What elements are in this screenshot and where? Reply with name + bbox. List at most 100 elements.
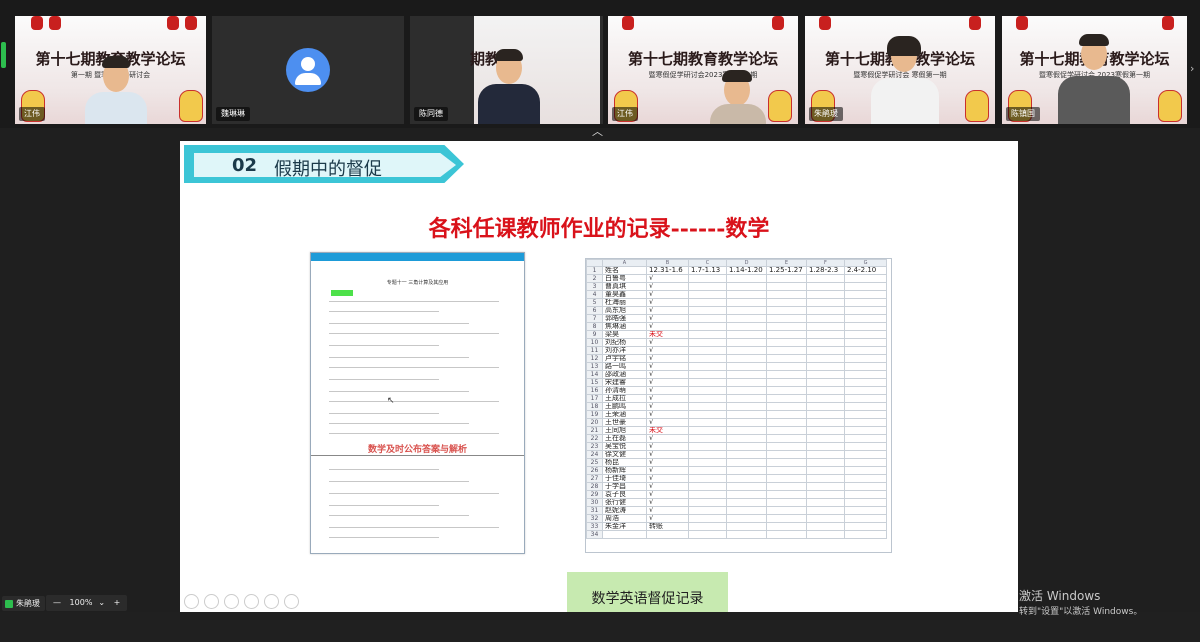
empty-cell: [806, 466, 845, 475]
section-title: 假期中的督促: [274, 159, 382, 180]
empty-cell: [766, 330, 807, 339]
empty-cell: [688, 482, 727, 491]
local-user-chip[interactable]: 朱鹃瑗: [2, 596, 45, 611]
empty-cell: [688, 378, 727, 387]
participant-tile[interactable]: 期教育 陈同德: [410, 16, 603, 124]
table-row: 3 曹真琪 √: [586, 282, 887, 291]
empty-cell: [688, 442, 727, 451]
strip-left-handle[interactable]: [1, 42, 6, 68]
student-name: 刘纪杨: [602, 338, 647, 347]
empty-cell: [726, 506, 767, 515]
empty-cell: [726, 402, 767, 411]
empty-cell: [688, 498, 727, 507]
table-row: 22 王在磊 √: [586, 434, 887, 443]
empty-cell: [806, 306, 845, 315]
chevron-right-icon[interactable]: ›: [1190, 62, 1194, 75]
empty-cell: [726, 498, 767, 507]
participant-tile[interactable]: 第十七期教育教学论坛 暨寒假促学研讨会 寒假第一期 朱鹃瑗: [805, 16, 995, 124]
table-row: 28 于学昌 √: [586, 482, 887, 491]
zoom-in-button[interactable]: +: [114, 598, 121, 607]
grid-icon[interactable]: [244, 594, 259, 609]
empty-cell: [726, 418, 767, 427]
table-row: 32 周浩 √: [586, 514, 887, 523]
student-name: 梁昊: [602, 330, 647, 339]
homework-mark: √: [646, 370, 689, 379]
participant-tile[interactable]: 魏琳琳: [212, 16, 404, 124]
empty-cell: [844, 530, 887, 539]
empty-cell: [806, 458, 845, 467]
row-number: 29: [586, 490, 603, 499]
table-row: 5 杜海丽 √: [586, 298, 887, 307]
empty-cell: [688, 370, 727, 379]
homework-mark: √: [646, 306, 689, 315]
empty-cell: [726, 434, 767, 443]
row-number: 24: [586, 450, 603, 459]
prev-slide-icon[interactable]: [184, 594, 199, 609]
doc-title: 专题十一 三角计算及其应用: [386, 280, 449, 286]
doc-text-line: [329, 493, 499, 494]
section-number: 02: [232, 155, 258, 176]
row-number: 33: [586, 522, 603, 531]
participant-video: [81, 54, 151, 124]
participant-tile[interactable]: 第十七期教育教学论坛 暨寒假促学研讨会 2023寒假第一期 陈镇国: [1002, 16, 1187, 124]
homework-table: A B C D E F G 1 姓名 12.31-1.6 1.7-1.13 1.14-1.20 1.25…: [586, 259, 887, 539]
column-header: 1.25-1.27: [766, 266, 807, 275]
participant-name: 魏琳琳: [216, 107, 250, 121]
student-name: 王鹏鸣: [602, 402, 647, 411]
empty-cell: [766, 442, 807, 451]
student-name: 曹真琪: [602, 282, 647, 291]
homework-mark: √: [646, 402, 689, 411]
shared-slide: 02 假期中的督促 各科任课教师作业的记录------数学 专题十一 三角计算及…: [180, 141, 1018, 612]
doc-text-line: [329, 345, 439, 346]
zoom-icon[interactable]: [264, 594, 279, 609]
student-name: 杨新辉: [602, 466, 647, 475]
homework-mark: √: [646, 282, 689, 291]
spreadsheet-screenshot: A B C D E F G 1 姓名 12.31-1.6 1.7-1.13 1.14-1.20 1.25…: [585, 258, 892, 553]
empty-cell: [806, 498, 845, 507]
student-name: 董昊鑫: [602, 290, 647, 299]
column-letter: C: [688, 259, 727, 267]
empty-cell: [844, 298, 887, 307]
empty-cell: [766, 410, 807, 419]
empty-cell: [688, 474, 727, 483]
empty-cell: [844, 314, 887, 323]
chevron-down-icon[interactable]: ⌄: [98, 598, 105, 607]
participant-tile[interactable]: 第十七期教育教学论坛 第一期 暨寒假促学研讨会 江伟: [15, 16, 206, 124]
more-icon[interactable]: [284, 594, 299, 609]
doc-text-line: [329, 391, 469, 392]
column-letter: B: [646, 259, 689, 267]
empty-cell: [726, 530, 767, 539]
empty-cell: [726, 394, 767, 403]
empty-cell: [844, 466, 887, 475]
doc-text-line: [329, 323, 469, 324]
homework-mark: √: [646, 274, 689, 283]
row-number: 14: [586, 370, 603, 379]
homework-mark: √: [646, 418, 689, 427]
homework-mark: √: [646, 362, 689, 371]
empty-cell: [844, 338, 887, 347]
table-row: 31 赵妮涛 √: [586, 506, 887, 515]
row-number: 22: [586, 434, 603, 443]
empty-cell: [688, 506, 727, 515]
homework-mark: 转账: [646, 522, 689, 531]
homework-mark: √: [646, 482, 689, 491]
pen-icon[interactable]: [224, 594, 239, 609]
student-name: 吴宝悦: [602, 442, 647, 451]
next-slide-icon[interactable]: [204, 594, 219, 609]
doc-text-line: [329, 433, 499, 434]
zoom-control[interactable]: — 100% ⌄ +: [46, 595, 128, 611]
empty-cell: [806, 314, 845, 323]
student-name: 孙清萌: [602, 386, 647, 395]
empty-cell: [844, 370, 887, 379]
participant-tile[interactable]: 第十七期教育教学论坛 暨寒假促学研讨会2023寒假第一期 江伟: [608, 16, 798, 124]
empty-cell: [844, 418, 887, 427]
empty-cell: [688, 338, 727, 347]
table-row: 21 王同旭 未交: [586, 426, 887, 435]
table-row: 24 徐文健 √: [586, 450, 887, 459]
table-row: 33 朱金洋 转账: [586, 522, 887, 531]
chevron-up-icon[interactable]: ︿: [592, 126, 603, 137]
row-number: 2: [586, 274, 603, 283]
empty-cell: [766, 474, 807, 483]
empty-cell: [766, 282, 807, 291]
zoom-out-button[interactable]: —: [53, 598, 61, 607]
